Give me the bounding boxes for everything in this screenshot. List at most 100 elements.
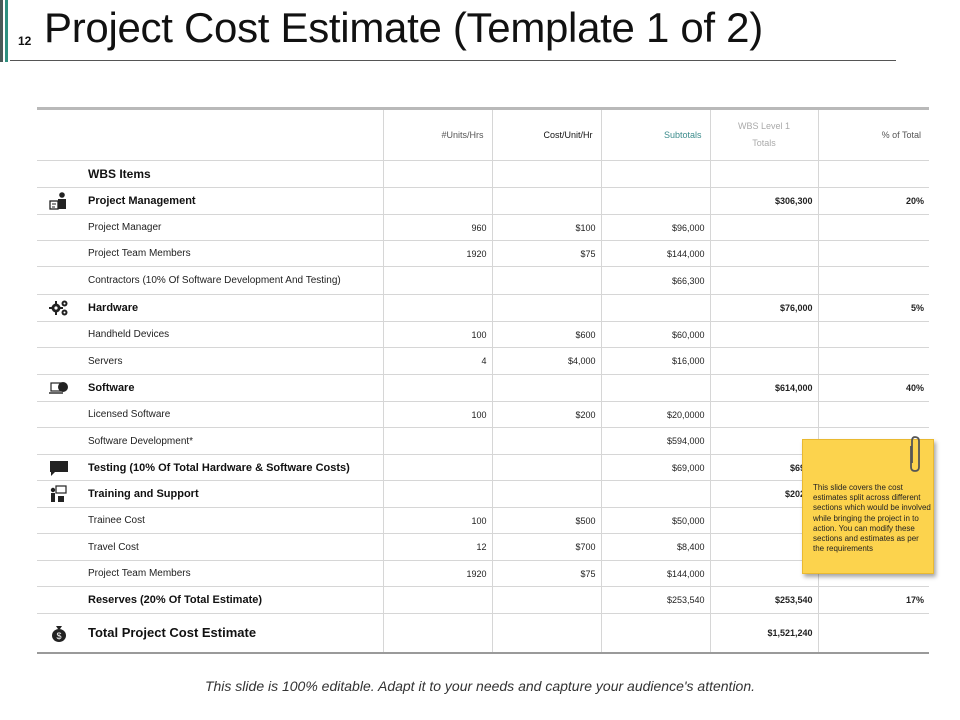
item-cell: Handheld Devices <box>37 321 383 348</box>
item-label: Project Management <box>88 195 196 207</box>
pct-cell <box>817 613 929 654</box>
svg-text:$: $ <box>56 631 61 641</box>
units-cell: 1920 <box>382 240 492 267</box>
item-cell: Project Team Members <box>37 560 383 587</box>
header-cost-per-unit: Cost/Unit/Hr <box>491 107 601 161</box>
pct-cell: 40% <box>817 374 929 402</box>
cost-cell <box>491 480 601 508</box>
item-cell: Software Development* <box>37 427 383 455</box>
table-row: Software $614,000 40% <box>37 374 929 402</box>
cost-cell <box>491 586 601 614</box>
item-cell: Servers <box>37 347 383 375</box>
subtotal-cell: $50,000 <box>600 507 710 534</box>
units-cell <box>382 187 492 215</box>
subtotal-cell: $16,000 <box>600 347 710 375</box>
subtotal-cell: $8,400 <box>600 533 710 561</box>
empty-cell <box>600 160 710 188</box>
subtotal-cell <box>600 480 710 508</box>
item-label: Software Development* <box>88 435 194 447</box>
header-blank <box>37 107 383 161</box>
table-row: Hardware $76,000 5% <box>37 294 929 322</box>
empty-cell <box>382 160 492 188</box>
item-cell: Project Management <box>37 187 383 215</box>
table-row: Contractors (10% Of Software Development… <box>37 266 929 295</box>
wbs-cell <box>709 321 818 348</box>
sticky-note[interactable]: This slide covers the cost estimates spl… <box>802 436 934 574</box>
empty-cell <box>817 160 929 188</box>
units-cell <box>382 266 492 295</box>
subtotal-cell: $20,0000 <box>600 401 710 428</box>
wbs-cell: $614,000 <box>709 374 818 402</box>
table-row: Reserves (20% Of Total Estimate) $253,540… <box>37 586 929 614</box>
table-row: Handheld Devices 100 $600 $60,000 <box>37 321 929 348</box>
units-cell: 100 <box>382 401 492 428</box>
wbs-cell <box>709 266 818 295</box>
table-row: Project Manager 960 $100 $96,000 <box>37 214 929 241</box>
item-label: Reserves (20% Of Total Estimate) <box>88 594 263 606</box>
item-cell: Hardware <box>37 294 383 322</box>
item-label: Hardware <box>88 302 139 314</box>
table-row: Project Team Members 1920 $75 $144,000 <box>37 560 929 587</box>
wbs-cell: $1,521,240 <box>709 613 818 654</box>
slide-number: 12 <box>18 34 32 48</box>
header-subtotals: Subtotals <box>600 107 710 161</box>
pct-cell <box>817 347 929 375</box>
cost-cell: $100 <box>491 214 601 241</box>
table-body: Project Management $306,300 20% Project Man… <box>37 187 929 654</box>
units-cell: 100 <box>382 507 492 534</box>
accent-bar-dark <box>0 0 3 62</box>
cost-cell <box>491 294 601 322</box>
table-row: Travel Cost 12 $700 $8,400 <box>37 533 929 561</box>
item-label: Project Manager <box>88 222 162 233</box>
item-cell: Testing (10% Of Total Hardware & Softwar… <box>37 454 383 481</box>
units-cell: 12 <box>382 533 492 561</box>
paperclip-icon <box>910 436 920 472</box>
subtotal-cell <box>600 187 710 215</box>
item-cell: Project Manager <box>37 214 383 241</box>
subtotal-cell: $96,000 <box>600 214 710 241</box>
pct-cell <box>817 401 929 428</box>
item-label: Licensed Software <box>88 409 171 420</box>
wbs-cell <box>709 347 818 375</box>
laptop-icon <box>49 379 69 397</box>
subtotal-cell: $144,000 <box>600 560 710 587</box>
units-cell: 100 <box>382 321 492 348</box>
wbs-items-row: WBS Items <box>37 160 929 188</box>
wbs-cell: $253,540 <box>709 586 818 614</box>
table-row: $ Total Project Cost Estimate $1,521,240 <box>37 613 929 654</box>
table-row: Servers 4 $4,000 $16,000 <box>37 347 929 375</box>
cost-cell <box>491 266 601 295</box>
cost-cell <box>491 454 601 481</box>
header-units: #Units/Hrs <box>382 107 492 161</box>
cost-cell: $200 <box>491 401 601 428</box>
subtotal-cell: $66,300 <box>600 266 710 295</box>
wbs-cell: $306,300 <box>709 187 818 215</box>
cost-cell <box>491 187 601 215</box>
subtotal-cell <box>600 613 710 654</box>
item-label: Software <box>88 382 135 394</box>
accent-bar-teal <box>5 0 8 62</box>
footer-caption: This slide is 100% editable. Adapt it to… <box>204 678 756 694</box>
note-text: This slide covers the cost estimates spl… <box>813 483 931 554</box>
slide-title[interactable]: Project Cost Estimate (Template 1 of 2) <box>44 4 763 52</box>
item-cell: Travel Cost <box>37 533 383 561</box>
table-row: Software Development* $594,000 <box>37 427 929 455</box>
item-cell: Contractors (10% Of Software Development… <box>37 266 383 295</box>
table-row: Licensed Software 100 $200 $20,0000 <box>37 401 929 428</box>
cost-cell: $75 <box>491 240 601 267</box>
cost-cell: $500 <box>491 507 601 534</box>
header-wbs-line1: WBS Level 1 <box>737 121 791 131</box>
units-cell: 960 <box>382 214 492 241</box>
empty-cell <box>491 160 601 188</box>
cost-cell: $700 <box>491 533 601 561</box>
cost-estimate-table: #Units/Hrs Cost/Unit/Hr Subtotals WBS Le… <box>37 107 929 654</box>
item-label: Trainee Cost <box>88 515 145 526</box>
pct-cell: 5% <box>817 294 929 322</box>
item-label: Total Project Cost Estimate <box>88 625 257 641</box>
pct-cell <box>817 214 929 241</box>
units-cell <box>382 294 492 322</box>
item-cell: $ Total Project Cost Estimate <box>37 613 383 654</box>
pct-cell: 20% <box>817 187 929 215</box>
units-cell <box>382 480 492 508</box>
wbs-items-cell: WBS Items <box>37 160 383 188</box>
